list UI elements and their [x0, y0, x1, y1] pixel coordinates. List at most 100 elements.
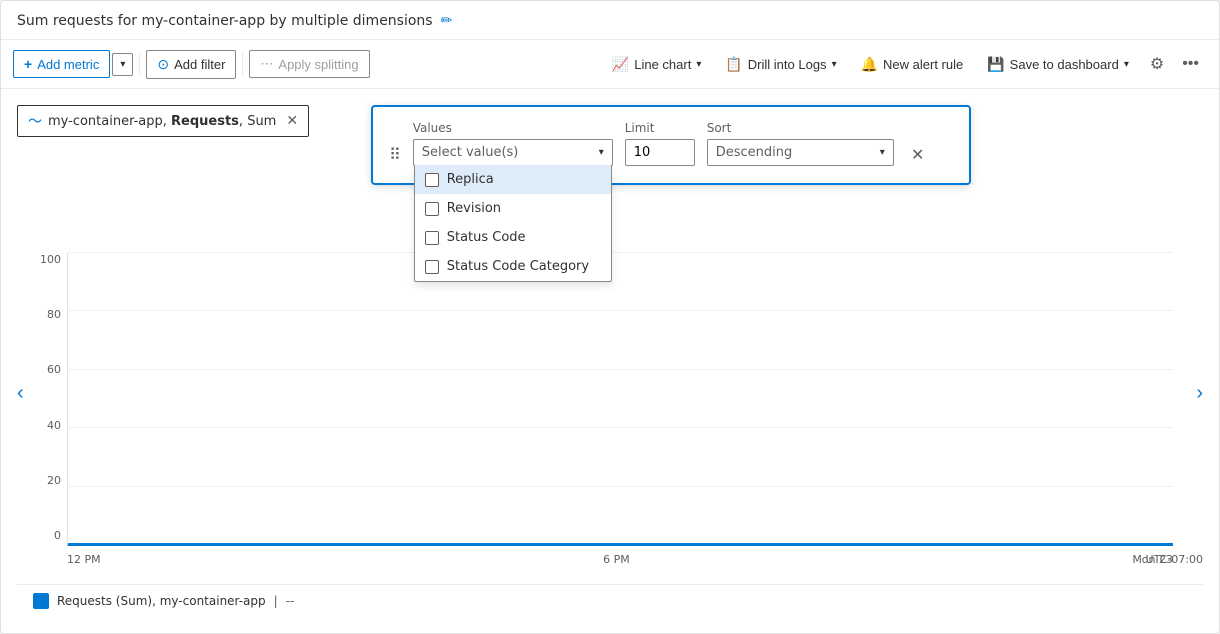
- metric-tag-close-button[interactable]: ✕: [286, 113, 298, 129]
- drill-into-logs-label: Drill into Logs: [748, 57, 827, 72]
- grid-line-80: [68, 310, 1173, 311]
- y-label-20: 20: [17, 474, 67, 487]
- add-metric-chevron-button[interactable]: ▾: [112, 53, 133, 76]
- separator-1: [139, 52, 140, 76]
- metric-tag-icon: 〜: [28, 111, 42, 131]
- page-title: Sum requests for my-container-app by mul…: [17, 13, 433, 29]
- new-alert-rule-button[interactable]: 🔔 New alert rule: [850, 50, 975, 79]
- apply-splitting-button[interactable]: ⋯ Apply splitting: [249, 50, 369, 78]
- y-label-0: 0: [17, 529, 67, 542]
- values-label: Values: [413, 121, 613, 135]
- zero-line: [68, 543, 1173, 545]
- metric-tag: 〜 my-container-app, Requests, Sum ✕: [17, 105, 309, 137]
- page-container: Sum requests for my-container-app by mul…: [0, 0, 1220, 634]
- y-label-40: 40: [17, 419, 67, 432]
- settings-button[interactable]: ⚙: [1142, 48, 1172, 80]
- line-chart-icon: 📈: [612, 56, 629, 73]
- sort-field-group: Sort Descending ▾: [707, 121, 894, 166]
- values-chevron-icon: ▾: [599, 147, 604, 158]
- dropdown-item-status-code-category-label: Status Code Category: [447, 259, 589, 274]
- apply-splitting-label: Apply splitting: [278, 57, 358, 72]
- splitting-panel: ⠿ Values Select value(s) ▾ Replica: [371, 105, 971, 185]
- chart-nav-right-button[interactable]: ›: [1196, 382, 1203, 405]
- y-label-80: 80: [17, 308, 67, 321]
- legend-color-swatch: [33, 593, 49, 609]
- checkbox-replica[interactable]: [425, 173, 439, 187]
- chart-area: ‹ 0 20 40 60 80 100 12 PM 6 PM Mon 2: [17, 253, 1203, 576]
- save-to-dashboard-label: Save to dashboard: [1010, 57, 1119, 72]
- legend-dash: --: [286, 594, 295, 608]
- splitting-close-button[interactable]: ✕: [906, 143, 930, 167]
- more-options-button[interactable]: •••: [1174, 49, 1207, 79]
- limit-input[interactable]: [625, 139, 695, 166]
- values-select-value: Select value(s): [422, 145, 595, 160]
- grid-line-20: [68, 486, 1173, 487]
- drag-handle-icon[interactable]: ⠿: [389, 145, 401, 164]
- y-label-100: 100: [17, 253, 67, 266]
- grid-line-100: [68, 252, 1173, 253]
- save-chevron-icon: ▾: [1124, 59, 1129, 70]
- metric-aggregation: Sum: [247, 114, 276, 129]
- checkbox-revision[interactable]: [425, 202, 439, 216]
- x-axis: 12 PM 6 PM Mon 23: [67, 553, 1173, 566]
- dropdown-item-revision[interactable]: Revision: [415, 194, 611, 223]
- legend-value: |: [274, 594, 278, 608]
- sort-chevron-icon: ▾: [880, 147, 885, 158]
- new-alert-rule-label: New alert rule: [883, 57, 963, 72]
- add-filter-button[interactable]: ⊙ Add filter: [146, 50, 236, 79]
- dropdown-item-revision-label: Revision: [447, 201, 501, 216]
- dropdown-item-status-code-label: Status Code: [447, 230, 526, 245]
- separator-2: [242, 52, 243, 76]
- drill-into-logs-button[interactable]: 📋 Drill into Logs ▾: [714, 50, 847, 79]
- add-metric-button[interactable]: + Add metric: [13, 50, 110, 78]
- save-to-dashboard-button[interactable]: 💾 Save to dashboard ▾: [976, 50, 1140, 79]
- y-axis: 0 20 40 60 80 100: [17, 253, 67, 546]
- line-chart-label: Line chart: [634, 57, 691, 72]
- edit-icon[interactable]: ✏: [441, 13, 453, 29]
- checkbox-status-code-category[interactable]: [425, 260, 439, 274]
- gear-icon: ⚙: [1150, 54, 1164, 74]
- line-chart-button[interactable]: 📈 Line chart ▾: [601, 50, 713, 79]
- line-chart-chevron-icon: ▾: [696, 59, 701, 70]
- plus-icon: +: [24, 56, 32, 72]
- more-icon: •••: [1182, 55, 1199, 73]
- metric-tag-label: my-container-app, Requests, Sum: [48, 114, 276, 129]
- dropdown-item-status-code[interactable]: Status Code: [415, 223, 611, 252]
- sort-select-value: Descending: [716, 145, 876, 160]
- split-icon: ⋯: [260, 56, 273, 72]
- filter-icon: ⊙: [157, 56, 169, 73]
- sort-label: Sort: [707, 121, 894, 135]
- toolbar-right: 📈 Line chart ▾ 📋 Drill into Logs ▾ 🔔 New…: [601, 48, 1207, 80]
- chevron-down-icon: ▾: [120, 59, 125, 70]
- limit-field-group: Limit: [625, 121, 695, 166]
- sort-select[interactable]: Descending ▾: [707, 139, 894, 166]
- dropdown-item-status-code-category[interactable]: Status Code Category: [415, 252, 611, 281]
- metric-app-name: my-container-app: [48, 114, 163, 129]
- limit-label: Limit: [625, 121, 695, 135]
- x-label-6pm: 6 PM: [603, 553, 630, 566]
- grid-line-60: [68, 369, 1173, 370]
- toolbar: + Add metric ▾ ⊙ Add filter ⋯ Apply spli…: [1, 40, 1219, 89]
- save-icon: 💾: [987, 56, 1004, 73]
- add-filter-label: Add filter: [174, 57, 225, 72]
- x-label-12pm: 12 PM: [67, 553, 101, 566]
- splitting-fields: ⠿ Values Select value(s) ▾ Replica: [389, 121, 953, 167]
- grid-line-40: [68, 427, 1173, 428]
- alert-icon: 🔔: [861, 56, 878, 73]
- main-content: 〜 my-container-app, Requests, Sum ✕ ⠿ Va…: [1, 89, 1219, 633]
- add-metric-label: Add metric: [37, 57, 99, 72]
- values-dropdown: Replica Revision Status Code: [414, 165, 612, 282]
- utc-label: UTC-07:00: [1146, 553, 1203, 566]
- legend-text: Requests (Sum), my-container-app: [57, 594, 266, 608]
- dropdown-item-replica[interactable]: Replica: [415, 165, 611, 194]
- checkbox-status-code[interactable]: [425, 231, 439, 245]
- dropdown-item-replica-label: Replica: [447, 172, 494, 187]
- values-select[interactable]: Select value(s) ▾ Replica Revision: [413, 139, 613, 166]
- drill-icon: 📋: [725, 56, 742, 73]
- page-header: Sum requests for my-container-app by mul…: [1, 1, 1219, 40]
- chart-legend: Requests (Sum), my-container-app | --: [17, 584, 1203, 617]
- values-field-group: Values Select value(s) ▾ Replica: [413, 121, 613, 166]
- metric-name: Requests: [171, 114, 239, 129]
- chart-plot: [67, 253, 1173, 546]
- y-label-60: 60: [17, 363, 67, 376]
